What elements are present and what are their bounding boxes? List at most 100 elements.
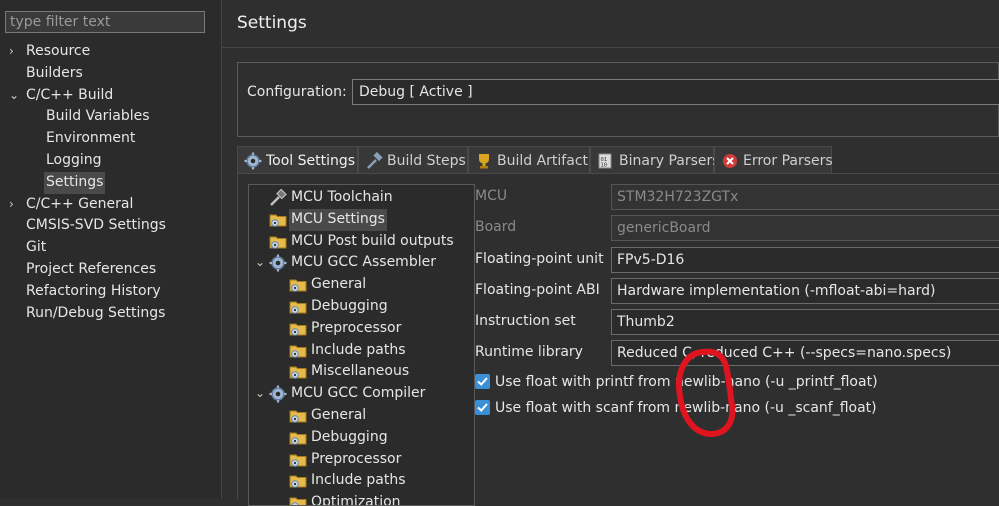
nav-item-label: Builders xyxy=(26,64,83,81)
filter-input[interactable]: type filter text xyxy=(5,11,205,33)
nav-item-label: C/C++ General xyxy=(26,195,134,212)
chevron-down-icon[interactable]: ⌄ xyxy=(255,252,267,274)
configuration-label: Configuration: xyxy=(247,84,347,100)
title-bar: Settings xyxy=(222,0,999,48)
nav-item-label: Logging xyxy=(46,151,102,168)
board-label: Board xyxy=(475,219,517,235)
tab-binary-parsers[interactable]: 01 10 Binary Parsers xyxy=(590,146,720,174)
tree-item-label: MCU Settings xyxy=(289,208,387,231)
tab-error-parsers[interactable]: Error Parsers xyxy=(714,146,833,174)
folder-settings-icon xyxy=(289,342,307,360)
tree-item-label: Preprocessor xyxy=(311,319,402,336)
tab-label: Tool Settings xyxy=(266,153,356,169)
tree-item-label: MCU Post build outputs xyxy=(291,232,454,249)
preferences-nav-pane: type filter text › Resource Builders ⌄ C/C++… xyxy=(0,0,222,499)
hammer-icon xyxy=(365,151,383,170)
tab-tool-settings[interactable]: Tool Settings xyxy=(237,146,358,174)
folder-settings-icon xyxy=(289,407,307,425)
checkmark-icon xyxy=(477,403,488,412)
tree-item-label: Miscellaneous xyxy=(311,363,410,380)
tree-item-label: General xyxy=(311,276,367,293)
folder-settings-icon xyxy=(289,320,307,338)
printf-float-checkbox[interactable] xyxy=(475,374,490,389)
binary-icon: 01 10 xyxy=(597,152,615,170)
tab-build-steps[interactable]: Build Steps xyxy=(358,146,468,174)
folder-settings-icon xyxy=(289,429,307,447)
preferences-nav-tree: › Resource Builders ⌄ C/C++ Build Build Varia… xyxy=(0,41,221,324)
iset-label: Instruction set xyxy=(475,313,576,329)
settings-panel: Settings Configuration: Debug [ Active ]… xyxy=(222,0,999,506)
nav-item-label: Git xyxy=(26,239,47,256)
settings-tabs: Tool Settings Build Steps Build Artifact 01… xyxy=(237,146,999,174)
runtime-select[interactable]: Reduced C, reduced C++ (--specs=nano.spe… xyxy=(611,340,999,366)
chevron-right-icon[interactable]: › xyxy=(9,194,21,216)
tree-item-label: General xyxy=(311,407,367,423)
board-field: genericBoard xyxy=(611,215,999,241)
nav-item[interactable]: Project References xyxy=(0,259,221,281)
configuration-select[interactable]: Debug [ Active ] xyxy=(352,79,999,105)
folder-settings-icon xyxy=(269,233,287,251)
nav-item[interactable]: › C/C++ General xyxy=(0,194,221,216)
nav-item[interactable]: Environment xyxy=(0,128,221,150)
checkmark-icon xyxy=(477,377,488,386)
page-title: Settings xyxy=(237,13,307,33)
tree-item-label: Debugging xyxy=(311,428,388,445)
tree-item-label: MCU Toolchain xyxy=(291,189,393,205)
tree-item-label: MCU GCC Compiler xyxy=(291,385,426,402)
nav-item[interactable]: › Resource xyxy=(0,41,221,63)
svg-text:10: 10 xyxy=(601,163,608,169)
tree-item-label: Include paths xyxy=(311,472,406,489)
fpabi-select[interactable]: Hardware implementation (-mfloat-abi=har… xyxy=(611,278,999,304)
toolchain-icon xyxy=(269,188,287,207)
nav-item-label: C/C++ Build xyxy=(26,86,114,103)
nav-item-label: Run/Debug Settings xyxy=(26,304,166,321)
gear-icon xyxy=(269,385,287,403)
printf-float-label: Use float with printf from newlib-nano (… xyxy=(495,374,878,390)
error-icon xyxy=(721,152,739,170)
tab-label: Error Parsers xyxy=(743,153,833,169)
nav-item-label: Resource xyxy=(26,43,91,59)
fpu-select[interactable]: FPv5-D16 xyxy=(611,247,999,273)
nav-item[interactable]: ⌄ C/C++ Build xyxy=(0,85,221,107)
folder-settings-icon xyxy=(289,363,307,381)
folder-settings-icon xyxy=(289,451,307,469)
nav-item[interactable]: Refactoring History xyxy=(0,281,221,303)
folder-settings-icon xyxy=(289,494,307,505)
gear-icon xyxy=(269,254,287,272)
tab-build-artifact[interactable]: Build Artifact xyxy=(468,146,590,174)
nav-item[interactable]: Settings xyxy=(0,171,221,194)
iset-select[interactable]: Thumb2 xyxy=(611,309,999,335)
tab-label: Build Artifact xyxy=(497,153,588,169)
chevron-right-icon[interactable]: › xyxy=(9,41,21,63)
nav-item[interactable]: Builders xyxy=(0,63,221,85)
tree-item-label: Optimization xyxy=(311,494,401,506)
tab-label: Binary Parsers xyxy=(619,153,720,169)
runtime-label: Runtime library xyxy=(475,344,583,360)
tree-item-label: Debugging xyxy=(311,298,388,314)
scanf-float-checkbox[interactable] xyxy=(475,400,490,415)
nav-item[interactable]: Logging xyxy=(0,150,221,172)
fpu-label: Floating-point unit xyxy=(475,251,604,267)
nav-item-label: CMSIS-SVD Settings xyxy=(26,217,166,234)
nav-item[interactable]: Build Variables xyxy=(0,106,221,128)
configuration-group: Configuration: Debug [ Active ] xyxy=(237,62,999,137)
chevron-down-icon[interactable]: ⌄ xyxy=(9,85,21,107)
nav-item-label: Environment xyxy=(46,130,136,147)
fpabi-label: Floating-point ABI xyxy=(475,282,600,298)
folder-settings-icon xyxy=(289,298,307,316)
nav-item-label: Project References xyxy=(26,260,157,277)
mcu-label: MCU xyxy=(475,188,508,204)
nav-item[interactable]: Git xyxy=(0,237,221,259)
tree-item-label: MCU GCC Assembler xyxy=(291,254,436,271)
nav-item[interactable]: Run/Debug Settings xyxy=(0,303,221,325)
nav-item-label: Settings xyxy=(44,171,106,194)
tab-label: Build Steps xyxy=(387,153,466,169)
folder-settings-icon xyxy=(289,472,307,490)
nav-item-label: Build Variables xyxy=(46,108,150,125)
nav-item-label: Refactoring History xyxy=(26,282,161,299)
tree-item-label: Include paths xyxy=(311,341,406,358)
chevron-down-icon[interactable]: ⌄ xyxy=(255,383,267,405)
mcu-field: STM32H723ZGTx xyxy=(611,184,999,210)
tree-item-label: Preprocessor xyxy=(311,450,402,467)
nav-item[interactable]: CMSIS-SVD Settings xyxy=(0,215,221,237)
